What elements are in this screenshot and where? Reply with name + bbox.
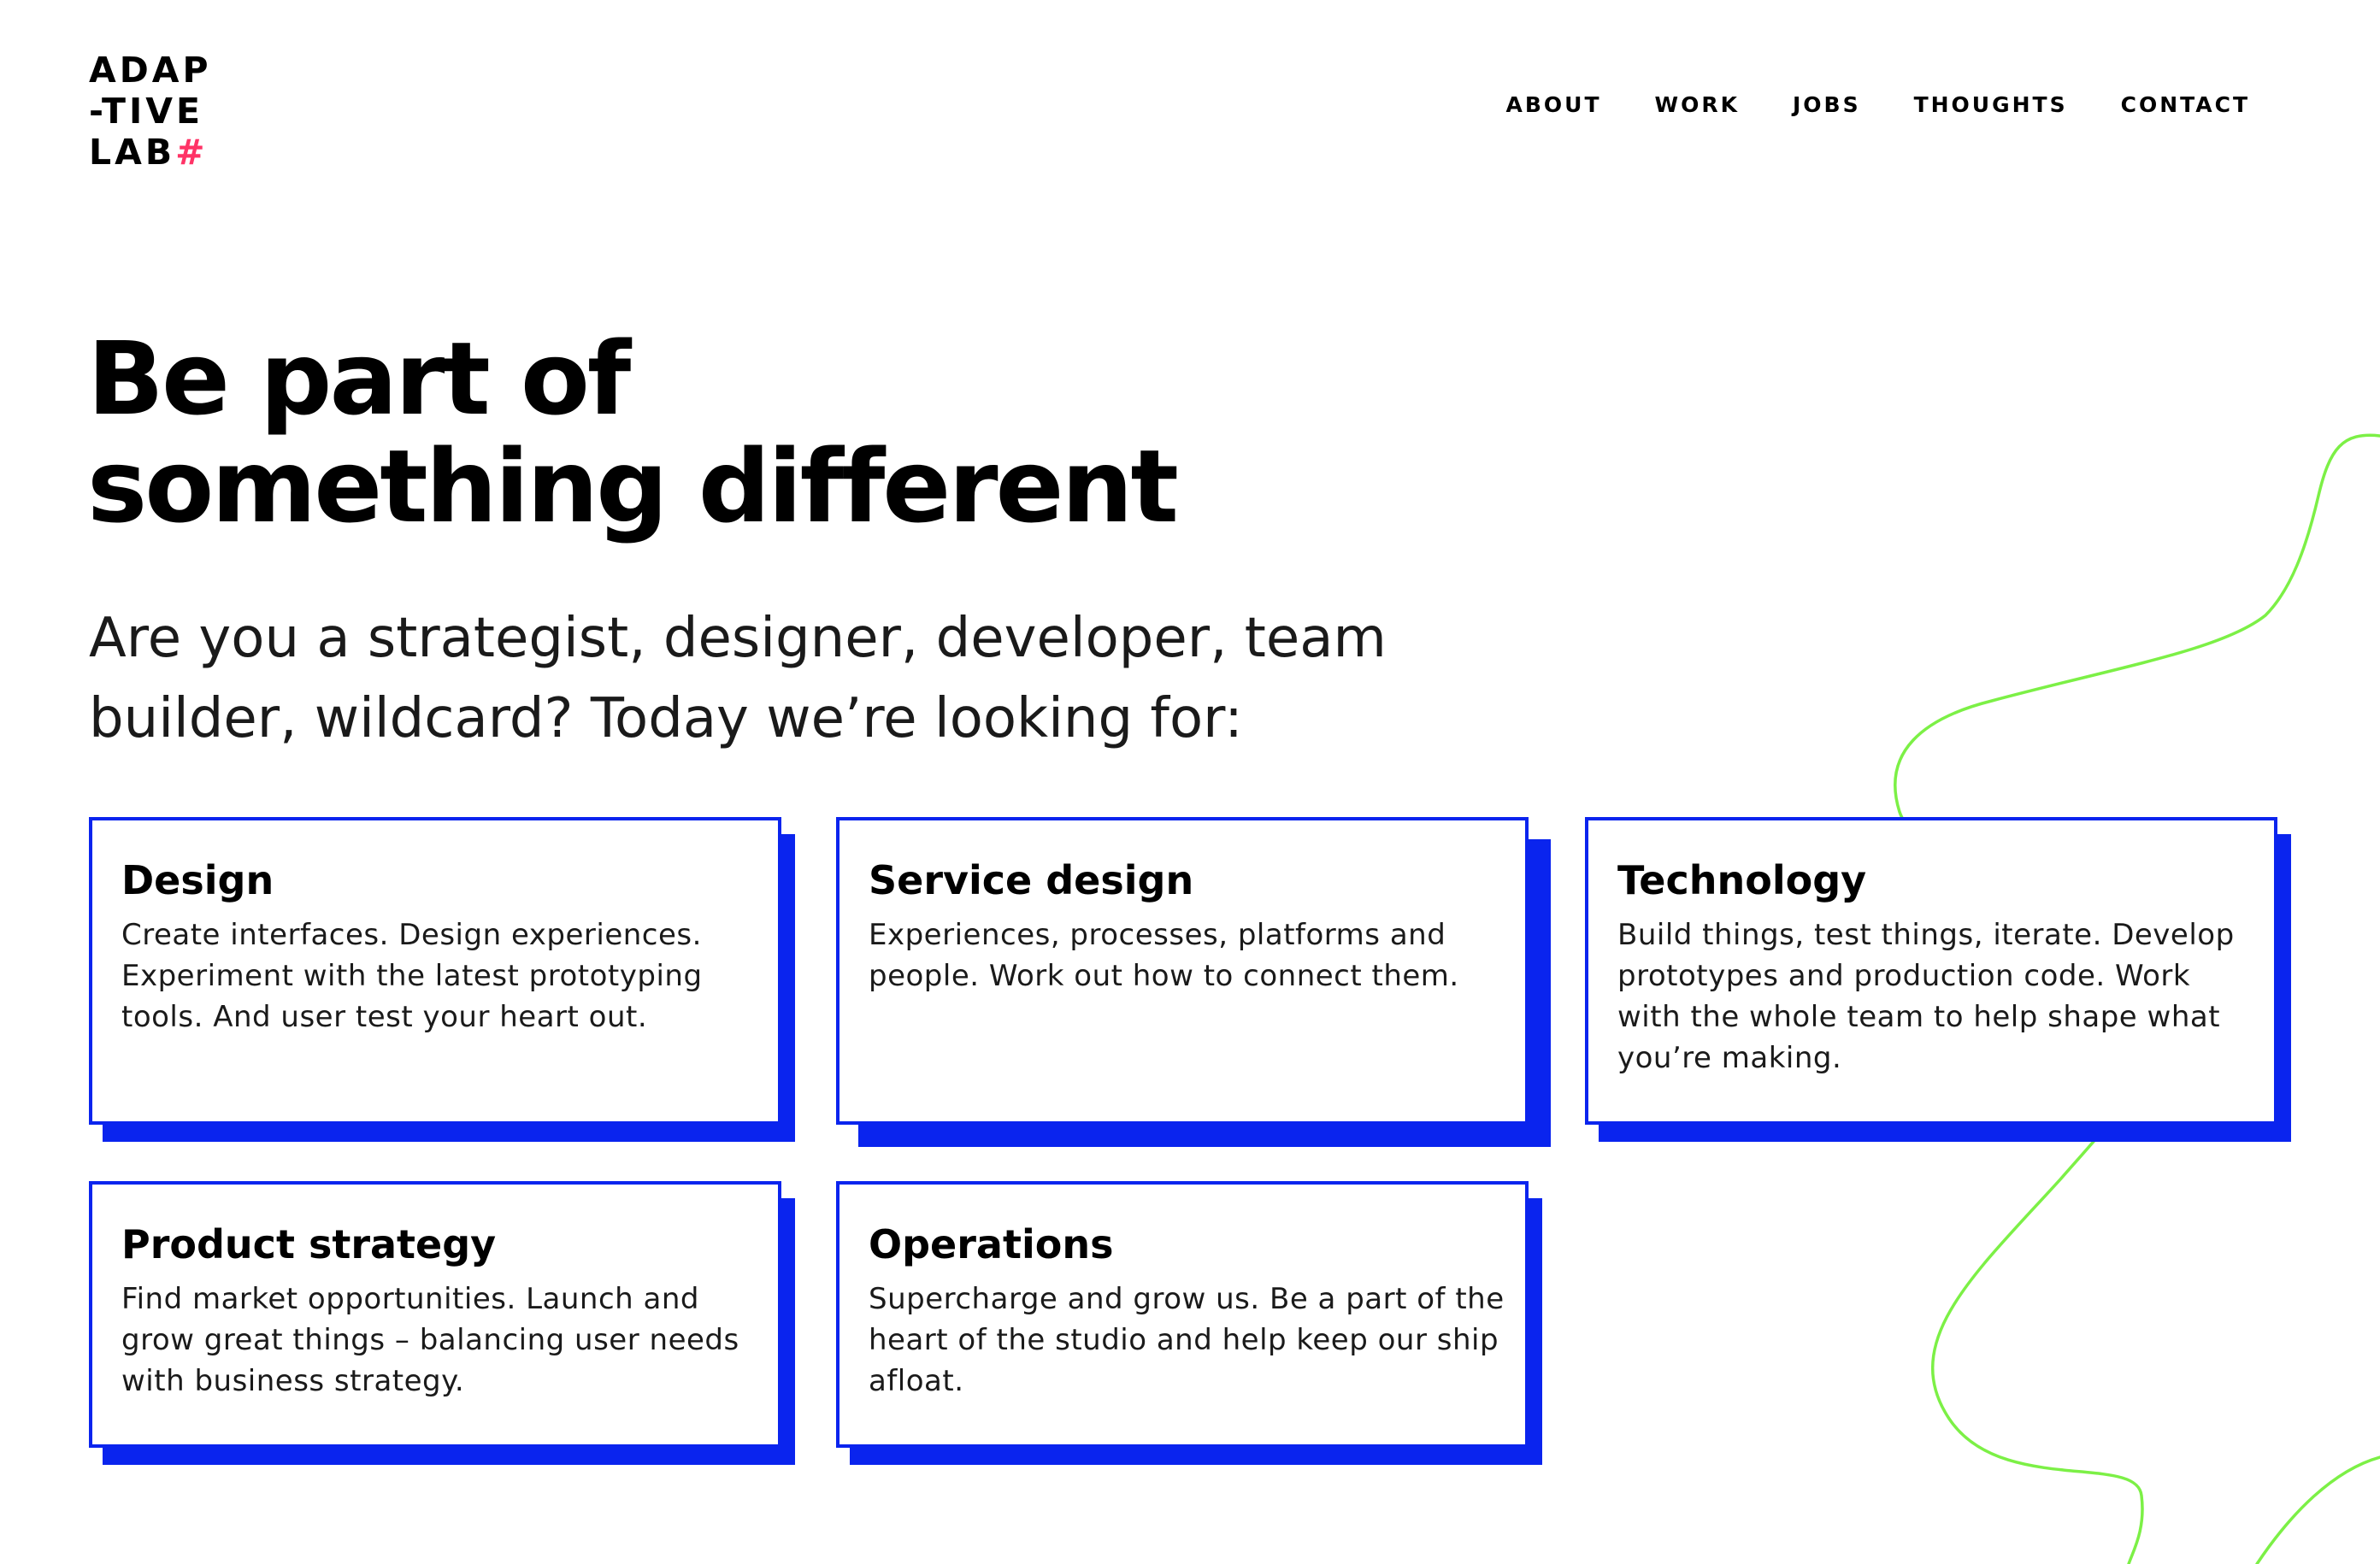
role-card-product-strategy[interactable]: Product strategy Find market opportuniti… [89, 1181, 781, 1448]
page-subtitle-line-1: Are you a strategist, designer, develope… [89, 607, 1387, 670]
role-card-title: Technology [1617, 857, 1867, 903]
page-title-line-2: something different [87, 427, 1179, 545]
logo[interactable]: ADAP -TIVE LAB# [89, 50, 212, 173]
role-card-title: Service design [869, 857, 1194, 903]
page-subtitle-line-2: builder, wildcard? Today we’re looking f… [89, 687, 1243, 750]
role-card-desc-line: Experiment with the latest prototyping [121, 959, 703, 993]
nav-contact-link[interactable]: CONTACT [2121, 92, 2250, 117]
role-card-title: Design [121, 857, 274, 903]
main-navigation: ABOUT WORK JOBS THOUGHTS CONTACT [1452, 92, 2250, 117]
role-card-desc-line: Experiences, processes, platforms and [869, 918, 1446, 952]
role-card-desc-line: Find market opportunities. Launch and [121, 1282, 699, 1316]
role-card-desc-line: people. Work out how to connect them. [869, 959, 1459, 993]
role-card-desc-line: afloat. [869, 1364, 964, 1398]
role-card-desc-line: tools. And user test your heart out. [121, 1000, 648, 1034]
logo-line-3: LAB# [89, 132, 212, 173]
role-card-description: Create interfaces. Design experiences. E… [121, 914, 749, 1038]
role-card-title: Product strategy [121, 1221, 497, 1267]
role-card-desc-line: Supercharge and grow us. Be a part of th… [869, 1282, 1505, 1316]
role-card-service-design[interactable]: Service design Experiences, processes, p… [836, 817, 1529, 1125]
jobs-page: ADAP -TIVE LAB# ABOUT WORK JOBS THOUGHTS… [0, 0, 2380, 1564]
role-card-operations[interactable]: Operations Supercharge and grow us. Be a… [836, 1181, 1529, 1448]
logo-line-1: ADAP [89, 50, 212, 91]
page-title: Be part of something different [87, 320, 1179, 545]
role-card-desc-line: Create interfaces. Design experiences. [121, 918, 702, 952]
logo-line-2: -TIVE [89, 91, 203, 132]
nav-thoughts-link[interactable]: THOUGHTS [1914, 92, 2068, 117]
logo-line-3-text: LAB [89, 132, 176, 173]
role-card-description: Find market opportunities. Launch and gr… [121, 1279, 749, 1402]
role-card-desc-line: with business strategy. [121, 1364, 465, 1398]
nav-jobs-link[interactable]: JOBS [1793, 92, 1861, 117]
role-card-desc-line: grow great things – balancing user needs [121, 1323, 739, 1357]
nav-work-link[interactable]: WORK [1655, 92, 1740, 117]
logo-hash-icon: # [175, 132, 209, 173]
page-title-line-1: Be part of [87, 320, 631, 438]
role-card-design[interactable]: Design Create interfaces. Design experie… [89, 817, 781, 1125]
role-card-title: Operations [869, 1221, 1114, 1267]
role-card-description: Experiences, processes, platforms and pe… [869, 914, 1496, 997]
role-card-description: Build things, test things, iterate. Deve… [1617, 914, 2245, 1079]
role-card-desc-line: with the whole team to help shape what [1617, 1000, 2221, 1034]
role-card-desc-line: you’re making. [1617, 1041, 1842, 1075]
role-card-desc-line: prototypes and production code. Work [1617, 959, 2191, 993]
page-subtitle: Are you a strategist, designer, develope… [89, 598, 1457, 759]
role-card-description: Supercharge and grow us. Be a part of th… [869, 1279, 1505, 1402]
role-card-desc-line: Build things, test things, iterate. Deve… [1617, 918, 2235, 952]
role-card-desc-line: heart of the studio and help keep our sh… [869, 1323, 1499, 1357]
role-card-technology[interactable]: Technology Build things, test things, it… [1585, 817, 2277, 1125]
nav-about-link[interactable]: ABOUT [1505, 92, 1601, 117]
